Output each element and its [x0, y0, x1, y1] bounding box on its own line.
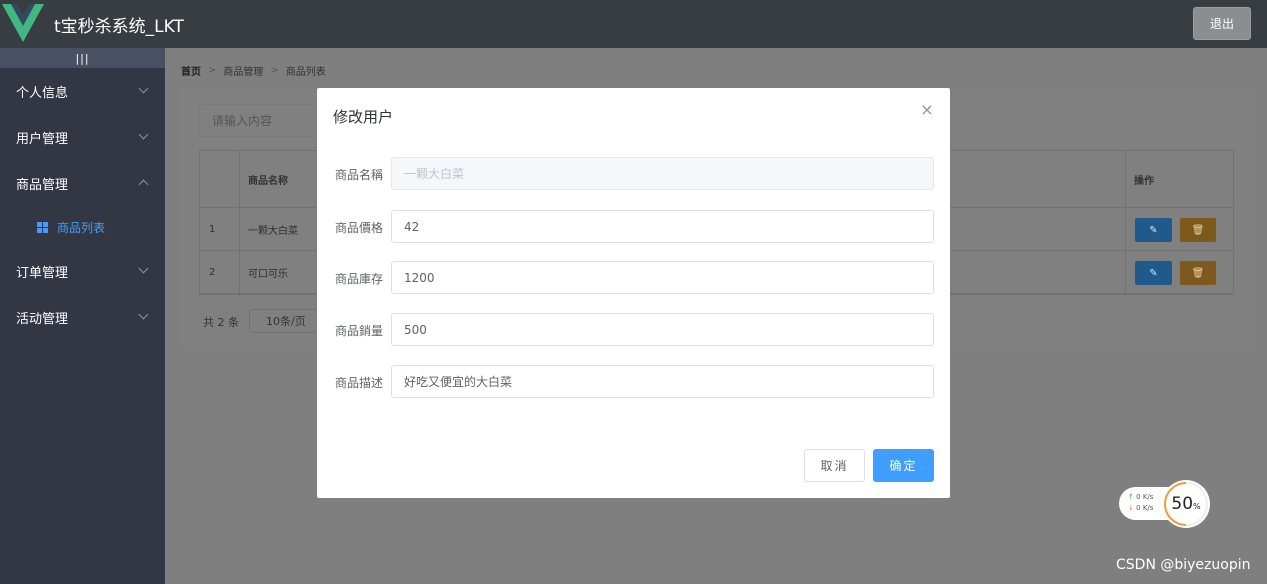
sales-field[interactable]: 500 — [391, 313, 934, 346]
delete-button[interactable]: 🗑 — [1180, 218, 1216, 242]
edit-icon: ✎ — [1149, 267, 1158, 279]
delete-button[interactable]: 🗑 — [1180, 261, 1216, 285]
speed-unit: K/s — [1142, 504, 1154, 512]
search-input[interactable]: 请输入内容 — [199, 104, 329, 137]
sidebar-item-label: 活动管理 — [16, 311, 69, 327]
row-index: 1 — [209, 223, 216, 235]
sidebar-item-label: 订单管理 — [16, 265, 69, 281]
close-icon[interactable]: × — [920, 102, 934, 118]
chevron-up-icon — [138, 179, 149, 190]
chevron-down-icon — [138, 309, 149, 320]
row-index: 2 — [209, 266, 216, 278]
form-row-price: 商品價格 42 — [317, 210, 950, 244]
row-name: 可口可乐 — [248, 268, 288, 280]
breadcrumb-home[interactable]: 首页 — [181, 63, 201, 78]
row-name: 一颗大白菜 — [248, 225, 298, 237]
sidebar-item-label: 用户管理 — [16, 131, 69, 147]
column-header-name: 商品名称 — [248, 175, 288, 187]
name-field: 一颗大白菜 — [391, 157, 934, 190]
sidebar-item-order-management[interactable]: 订单管理 — [0, 248, 165, 294]
sidebar-toggle-button[interactable]: ||| — [0, 48, 165, 68]
gauge-percent: 50 — [1171, 494, 1194, 514]
sidebar-item-activity-management[interactable]: 活动管理 — [0, 294, 165, 340]
form-row-name: 商品名稱 一颗大白菜 — [317, 157, 950, 191]
sidebar-item-user-management[interactable]: 用户管理 — [0, 114, 165, 160]
form-label: 商品價格 — [335, 220, 384, 235]
breadcrumb-item: 商品管理 — [223, 67, 264, 78]
form-label: 商品庫存 — [335, 271, 384, 286]
edit-button[interactable]: ✎ — [1135, 261, 1172, 285]
breadcrumb-separator-icon: > — [270, 65, 279, 76]
sidebar-item-product-management[interactable]: 商品管理 — [0, 160, 165, 206]
breadcrumb: 首页 > 商品管理 > 商品列表 — [181, 63, 326, 78]
edit-dialog: 修改用户 × 商品名稱 一颗大白菜 商品價格 42 商品庫存 1200 商品銷量… — [317, 88, 950, 498]
breadcrumb-item: 商品列表 — [285, 67, 326, 78]
description-field[interactable]: 好吃又便宜的大白菜 — [391, 365, 934, 398]
top-header: t宝秒杀系统_LKT 退出 — [0, 0, 1267, 48]
form-row-stock: 商品庫存 1200 — [317, 261, 950, 295]
trash-icon: 🗑 — [1191, 267, 1205, 279]
grid-icon — [37, 221, 48, 233]
form-label: 商品銷量 — [335, 323, 384, 338]
edit-icon: ✎ — [1149, 224, 1158, 236]
sidebar-subitem-product-list[interactable]: 商品列表 — [0, 206, 165, 248]
stock-field[interactable]: 1200 — [391, 261, 934, 294]
form-label: 商品描述 — [335, 375, 384, 390]
sidebar-item-label: 个人信息 — [16, 85, 69, 101]
sidebar-item-label: 商品管理 — [16, 177, 69, 193]
sidebar: ||| 个人信息 用户管理 商品管理 商品列表 订单管理 活动管理 — [0, 48, 165, 584]
chevron-down-icon — [138, 129, 149, 140]
sidebar-item-personal-info[interactable]: 个人信息 — [0, 68, 165, 114]
form-label: 商品名稱 — [335, 167, 384, 182]
gauge-value: 50% — [1171, 494, 1200, 514]
edit-button[interactable]: ✎ — [1135, 218, 1172, 242]
column-header-actions: 操作 — [1134, 175, 1154, 187]
confirm-button[interactable]: 确定 — [873, 449, 934, 482]
chevron-down-icon — [138, 263, 149, 274]
form-row-sales: 商品銷量 500 — [317, 313, 950, 347]
price-field[interactable]: 42 — [391, 210, 934, 243]
form-row-description: 商品描述 好吃又便宜的大白菜 — [317, 365, 950, 399]
memory-usage-gauge[interactable]: 50% — [1162, 480, 1210, 528]
chevron-down-icon — [138, 83, 149, 94]
cancel-button[interactable]: 取消 — [804, 449, 865, 482]
upload-arrow-icon: ↑ — [1128, 493, 1134, 501]
gauge-percent-sign: % — [1193, 502, 1201, 511]
speed-unit: K/s — [1142, 493, 1154, 501]
download-value: 0 — [1136, 504, 1141, 512]
app-title: t宝秒杀系统_LKT — [54, 17, 184, 37]
dialog-title: 修改用户 — [333, 108, 394, 126]
pager-total: 共 2 条 — [203, 316, 239, 329]
vue-logo — [2, 4, 44, 42]
upload-value: 0 — [1136, 493, 1141, 501]
logout-button[interactable]: 退出 — [1193, 7, 1251, 40]
sidebar-subitem-label: 商品列表 — [57, 220, 106, 235]
trash-icon: 🗑 — [1191, 224, 1205, 236]
download-arrow-icon: ↓ — [1128, 504, 1134, 512]
watermark: CSDN @biyezuopin — [1116, 557, 1251, 573]
breadcrumb-separator-icon: > — [208, 65, 217, 76]
page-size-select[interactable]: 10条/页 — [249, 309, 321, 333]
